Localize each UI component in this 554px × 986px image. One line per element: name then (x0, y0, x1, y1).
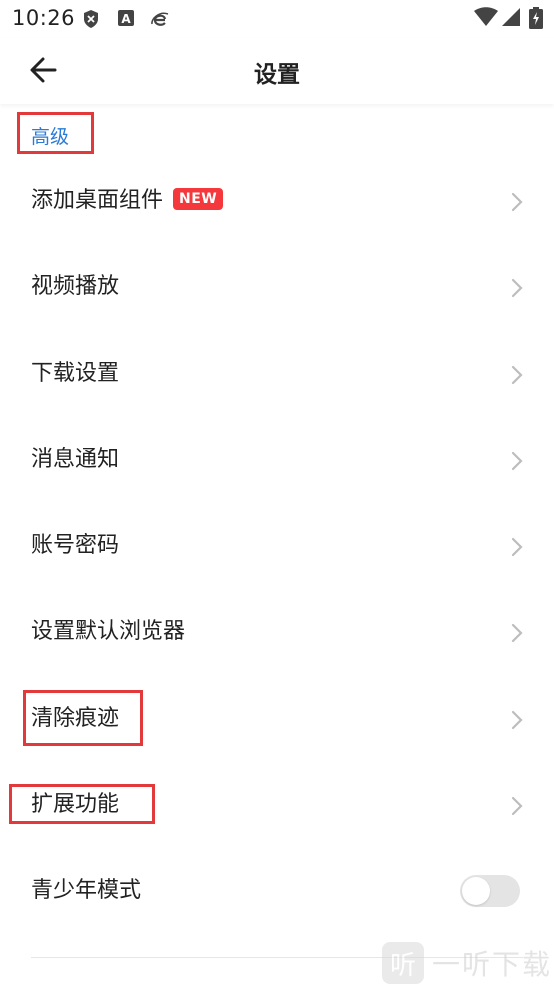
browser-e-icon (150, 9, 170, 33)
chevron-right-icon (511, 451, 523, 470)
setting-add-widget[interactable]: 添加桌面组件 NEW (0, 158, 554, 244)
setting-download[interactable]: 下载设置 (0, 331, 554, 417)
setting-label: 清除痕迹 (31, 705, 120, 731)
setting-label-text: 添加桌面组件 (31, 188, 164, 213)
page-title: 设置 (254, 62, 300, 88)
signal-icon (501, 7, 521, 31)
chevron-right-icon (511, 710, 523, 729)
section-title-advanced: 高级 (31, 126, 70, 148)
watermark-logo: 听 (381, 942, 424, 984)
setting-default-browser[interactable]: 设置默认浏览器 (0, 589, 554, 675)
watermark: 听 一听下载 (381, 940, 552, 986)
status-bar: 10:26 A (0, 0, 554, 38)
setting-label: 账号密码 (31, 533, 120, 559)
font-a-letter: A (121, 12, 131, 26)
chevron-right-icon (511, 192, 523, 212)
chevron-right-icon (511, 796, 523, 816)
app-header: 设置 (0, 38, 554, 104)
setting-teen-mode: 青少年模式 (0, 848, 554, 934)
setting-clear-traces[interactable]: 清除痕迹 (0, 676, 554, 762)
setting-video-playback[interactable]: 视频播放 (0, 244, 554, 330)
setting-notifications[interactable]: 消息通知 (0, 417, 554, 503)
setting-label: 消息通知 (31, 446, 120, 472)
teen-mode-toggle[interactable] (460, 875, 520, 908)
toggle-knob (462, 877, 490, 906)
setting-account-password[interactable]: 账号密码 (0, 503, 554, 589)
chevron-right-icon (511, 538, 523, 557)
wifi-icon (474, 7, 498, 31)
settings-list: 添加桌面组件 NEW 视频播放 下载设置 消息通知 账号密码 设置默认浏览器 清除… (0, 158, 554, 935)
setting-label: 扩展功能 (31, 792, 120, 818)
setting-extensions[interactable]: 扩展功能 (0, 762, 554, 848)
setting-label: 添加桌面组件 NEW (31, 187, 224, 215)
watermark-text: 一听下载 (431, 948, 552, 981)
setting-label: 视频播放 (31, 274, 120, 300)
setting-label: 下载设置 (31, 360, 120, 386)
chevron-right-icon (511, 365, 523, 384)
new-badge: NEW (173, 188, 224, 210)
chevron-right-icon (511, 624, 523, 643)
status-time: 10:26 (12, 6, 76, 30)
font-a-icon: A (117, 9, 135, 31)
shield-icon (82, 9, 100, 33)
setting-label: 青少年模式 (31, 878, 142, 904)
battery-charging-icon (529, 7, 543, 33)
chevron-right-icon (511, 279, 523, 298)
setting-label: 设置默认浏览器 (31, 619, 186, 645)
